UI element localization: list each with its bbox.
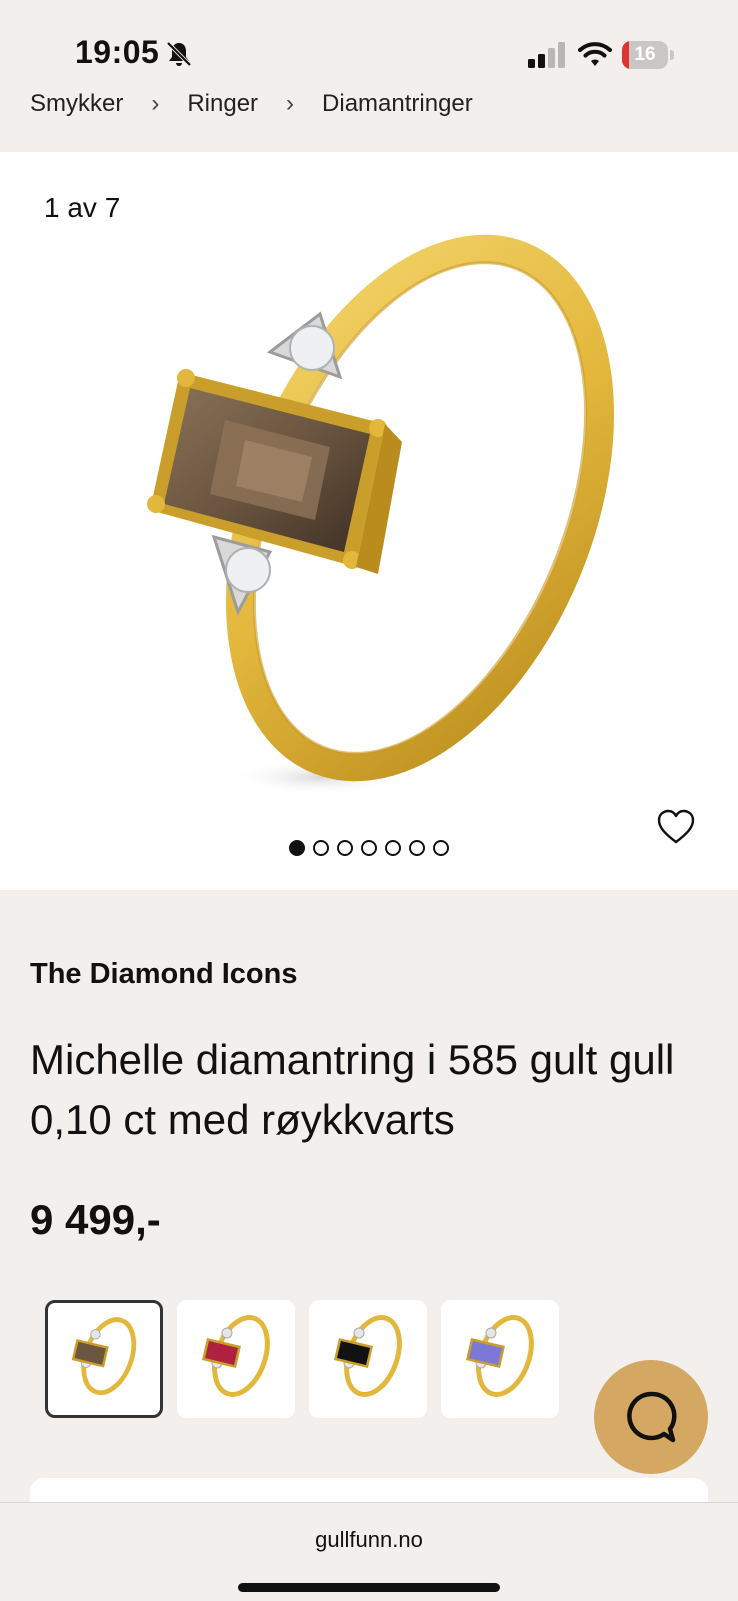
home-indicator[interactable] [238,1583,500,1592]
variant-thumbnail[interactable] [309,1300,427,1418]
variant-selector [45,1300,559,1418]
wifi-icon [578,42,612,66]
breadcrumb-item-ringer[interactable]: Ringer [187,92,258,118]
variant-thumbnail[interactable] [45,1300,163,1418]
carousel-dot[interactable] [409,840,425,856]
breadcrumb: Smykker › Ringer › Diamantringer [30,92,473,122]
battery-body: 16 [622,41,668,69]
cellular-signal-icon [528,42,565,68]
status-bar: 19:05 16 [0,0,738,104]
browser-url-bar[interactable]: gullfunn.no [0,1502,738,1601]
carousel-dot[interactable] [289,840,305,856]
carousel-dot[interactable] [337,840,353,856]
breadcrumb-item-diamantringer[interactable]: Diamantringer [322,92,473,118]
battery-icon: 16 [622,41,674,69]
variant-thumbnail[interactable] [177,1300,295,1418]
product-gallery[interactable]: 1 av 7 [0,152,738,890]
battery-level: 16 [634,44,656,65]
bell-slash-icon [166,41,192,67]
carousel-dot[interactable] [433,840,449,856]
carousel-dot[interactable] [361,840,377,856]
url-text[interactable]: gullfunn.no [0,1527,738,1553]
variant-thumbnail[interactable] [441,1300,559,1418]
breadcrumb-item-smykker[interactable]: Smykker [30,92,123,118]
chat-bubble-icon [627,1391,677,1443]
status-time: 19:05 [75,34,160,70]
breadcrumb-separator: › [151,92,160,117]
breadcrumb-separator: › [286,92,295,117]
carousel-dot[interactable] [313,840,329,856]
battery-tip [670,50,674,60]
product-brand[interactable]: The Diamond Icons [30,958,297,991]
carousel-dots [0,840,738,856]
image-counter: 1 av 7 [44,192,121,223]
heart-icon[interactable] [656,808,696,846]
carousel-dot[interactable] [385,840,401,856]
product-image[interactable] [120,192,640,832]
chat-button[interactable] [594,1360,708,1474]
product-title: Michelle diamantring i 585 gult gull 0,1… [30,1036,675,1143]
product-price: 9 499,- [30,1196,161,1243]
